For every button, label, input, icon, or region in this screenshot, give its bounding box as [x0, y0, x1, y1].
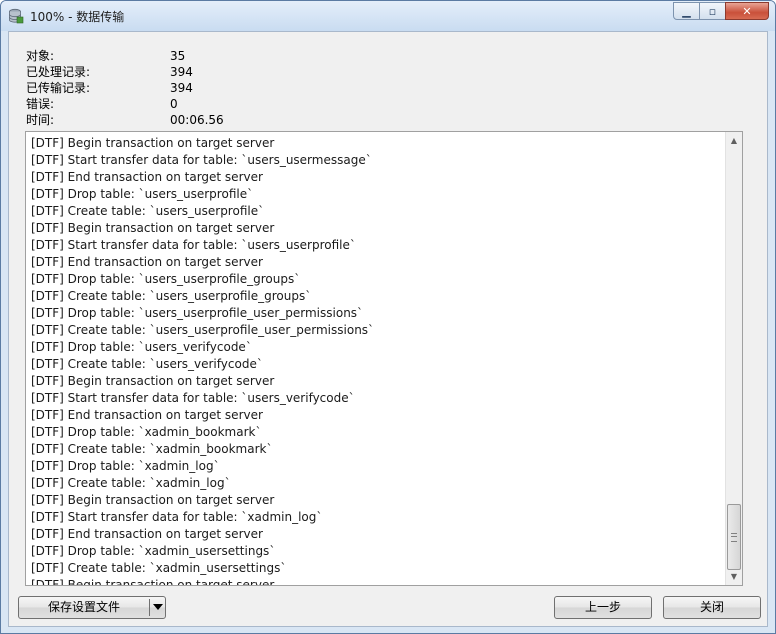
log-line: [DTF] Begin transaction on target server — [31, 136, 275, 150]
transfer-stats: 对象: 35 已处理记录: 394 已传输记录: 394 错误: 0 时间: 0… — [26, 48, 326, 128]
scroll-thumb[interactable] — [727, 504, 741, 570]
scroll-up-icon[interactable]: ▲ — [726, 132, 742, 149]
log-scrollbar[interactable]: ▲ ▼ — [725, 132, 742, 585]
save-profile-button[interactable]: 保存设置文件 — [18, 596, 166, 619]
title-bar[interactable]: 100% - 数据传输 ▁ ▫ ✕ — [1, 1, 775, 31]
stat-value: 00:06.56 — [170, 113, 224, 127]
log-line: [DTF] Start transfer data for table: `us… — [31, 238, 356, 252]
log-line: [DTF] Create table: `xadmin_usersettings… — [31, 561, 287, 575]
log-line: [DTF] Create table: `xadmin_bookmark` — [31, 442, 273, 456]
maximize-icon: ▫ — [708, 5, 717, 18]
maximize-button[interactable]: ▫ — [699, 2, 726, 20]
log-lines: [DTF] Begin transaction on target server… — [31, 135, 724, 586]
log-line: [DTF] Drop table: `users_userprofile_gro… — [31, 272, 301, 286]
stat-processed-records: 已处理记录: 394 — [26, 64, 326, 80]
log-line: [DTF] Start transfer data for table: `us… — [31, 391, 355, 405]
close-window-button[interactable]: ✕ — [725, 2, 769, 20]
stat-time: 时间: 00:06.56 — [26, 112, 326, 128]
stat-value: 394 — [170, 65, 193, 79]
log-line: [DTF] End transaction on target server — [31, 408, 263, 422]
grip-icon — [731, 533, 737, 542]
stat-objects: 对象: 35 — [26, 48, 326, 64]
log-line: [DTF] Drop table: `users_userprofile_use… — [31, 306, 364, 320]
transfer-log[interactable]: [DTF] Begin transaction on target server… — [25, 131, 743, 586]
minimize-icon: ▁ — [682, 5, 691, 18]
database-icon — [9, 8, 24, 24]
log-line: [DTF] Create table: `users_userprofile` — [31, 204, 265, 218]
close-button[interactable]: 关闭 — [663, 596, 761, 619]
window-controls: ▁ ▫ ✕ — [673, 2, 769, 20]
log-line: [DTF] Drop table: `users_userprofile` — [31, 187, 254, 201]
log-line: [DTF] Drop table: `users_verifycode` — [31, 340, 252, 354]
stat-label: 已传输记录: — [26, 81, 91, 95]
log-line: [DTF] Begin transaction on target server — [31, 374, 275, 388]
stat-transferred-records: 已传输记录: 394 — [26, 80, 326, 96]
stat-label: 已处理记录: — [26, 65, 91, 79]
log-line: [DTF] End transaction on target server — [31, 527, 263, 541]
log-line: [DTF] Create table: `users_userprofile_u… — [31, 323, 375, 337]
log-line: [DTF] Create table: `xadmin_log` — [31, 476, 231, 490]
stat-label: 错误: — [26, 97, 55, 111]
scroll-down-icon[interactable]: ▼ — [726, 568, 742, 585]
log-line: [DTF] Drop table: `xadmin_usersettings` — [31, 544, 276, 558]
log-line: [DTF] End transaction on target server — [31, 255, 263, 269]
minimize-button[interactable]: ▁ — [673, 2, 700, 20]
log-line: [DTF] Start transfer data for table: `xa… — [31, 510, 323, 524]
log-line: [DTF] Create table: `users_userprofile_g… — [31, 289, 312, 303]
stat-label: 时间: — [26, 113, 55, 127]
log-line: [DTF] Begin transaction on target server — [31, 221, 275, 235]
save-profile-label: 保存设置文件 — [47, 600, 120, 614]
log-line: [DTF] End transaction on target server — [31, 170, 263, 184]
split-divider — [149, 599, 150, 616]
stat-label: 对象: — [26, 49, 55, 63]
window-title: 100% - 数据传输 — [30, 10, 125, 24]
log-line: [DTF] Begin transaction on target server — [31, 493, 275, 507]
stat-value: 394 — [170, 81, 193, 95]
log-line: [DTF] Drop table: `xadmin_bookmark` — [31, 425, 262, 439]
close-icon: ✕ — [742, 5, 752, 18]
log-line: [DTF] Create table: `users_verifycode` — [31, 357, 263, 371]
log-line: [DTF] Drop table: `xadmin_log` — [31, 459, 220, 473]
log-line: [DTF] Start transfer data for table: `us… — [31, 153, 372, 167]
previous-step-button[interactable]: 上一步 — [554, 596, 652, 619]
stat-errors: 错误: 0 — [26, 96, 326, 112]
stat-value: 0 — [170, 97, 178, 111]
dropdown-arrow-icon[interactable] — [153, 604, 163, 610]
data-transfer-window: 100% - 数据传输 ▁ ▫ ✕ 对象: 35 已处理记录: 394 已传输记… — [0, 0, 776, 634]
dialog-body: 对象: 35 已处理记录: 394 已传输记录: 394 错误: 0 时间: 0… — [8, 31, 768, 627]
log-line: [DTF] Begin transaction on target server — [31, 578, 275, 586]
stat-value: 35 — [170, 49, 186, 63]
